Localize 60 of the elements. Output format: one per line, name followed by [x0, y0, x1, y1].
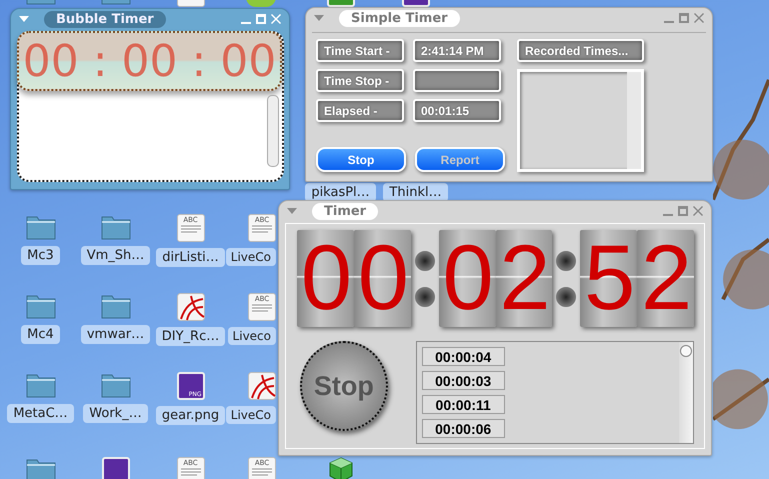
close-icon[interactable] — [271, 14, 281, 24]
flip-digit: 2 — [496, 230, 552, 327]
maximize-icon[interactable] — [678, 206, 688, 216]
file-label[interactable]: LiveCo — [226, 406, 276, 424]
lap-time[interactable]: 00:00:03 — [422, 371, 505, 390]
flip-digit: 0 — [438, 230, 496, 327]
colon-dot — [556, 250, 576, 270]
file-label[interactable]: dirListi… — [156, 248, 225, 267]
scrollbar[interactable] — [267, 95, 279, 167]
file-label[interactable]: Vm_Sh… — [80, 246, 150, 265]
time-display: 00 : 00 : 00 — [17, 31, 282, 91]
colon-dot — [556, 286, 576, 306]
dropdown-icon[interactable] — [287, 208, 297, 214]
colon-dot — [414, 250, 435, 270]
file-label[interactable]: LiveCo — [226, 248, 276, 266]
recorded-times-list[interactable] — [517, 69, 644, 172]
close-icon[interactable] — [694, 13, 704, 23]
file-label[interactable]: gear.png — [156, 406, 226, 425]
file-label[interactable]: vmwar… — [80, 325, 150, 344]
field-value: 00:01:15 — [413, 99, 501, 122]
lap-time[interactable]: 00:00:11 — [422, 395, 505, 414]
file-label[interactable]: Mc3 — [21, 246, 60, 265]
lap-time[interactable]: 00:00:06 — [422, 419, 505, 438]
folder-icon[interactable] — [26, 293, 56, 319]
file-label[interactable]: Mc4 — [21, 325, 60, 344]
file-label[interactable]: Work_… — [83, 404, 148, 423]
dropdown-icon[interactable] — [314, 15, 324, 21]
folder-icon[interactable] — [26, 214, 56, 240]
window-title: Timer — [312, 202, 378, 220]
scrollbar[interactable] — [679, 342, 693, 443]
recorded-times-label: Recorded Times... — [517, 39, 644, 62]
field-label: Time Stop - — [316, 69, 404, 92]
colon-dot — [414, 286, 435, 306]
image-file-icon[interactable] — [102, 457, 130, 479]
folder-icon[interactable] — [100, 214, 130, 240]
close-icon[interactable] — [693, 206, 703, 216]
pdf-file-icon[interactable] — [176, 293, 204, 321]
dropdown-icon[interactable] — [19, 16, 29, 22]
window-title: Simple Timer — [339, 10, 460, 26]
folder-icon[interactable] — [100, 293, 130, 319]
field-label: Elapsed - — [316, 99, 404, 122]
file-label[interactable]: DIY_Rc… — [156, 327, 226, 346]
maximize-icon[interactable] — [256, 14, 266, 24]
flip-digit: 0 — [354, 230, 411, 327]
flip-digit: 2 — [637, 230, 694, 327]
folder-icon[interactable] — [26, 457, 56, 479]
lap-time[interactable]: 00:00:04 — [422, 347, 505, 366]
flip-digit: 5 — [580, 230, 638, 327]
file-label[interactable]: Liveco — [228, 327, 276, 345]
file-label[interactable]: MetaC… — [7, 404, 74, 423]
folder-icon[interactable] — [100, 372, 130, 398]
cube-icon[interactable] — [328, 457, 352, 479]
window-title: Bubble Timer — [44, 10, 166, 28]
maximize-icon[interactable] — [679, 13, 689, 23]
action-button[interactable]: Stop — [316, 147, 406, 172]
flip-digit: 0 — [297, 230, 354, 327]
field-label: Time Start - — [316, 39, 404, 62]
pdf-file-icon[interactable] — [248, 372, 276, 400]
folder-icon[interactable] — [26, 372, 56, 398]
field-value: 2:41:14 PM — [413, 39, 501, 62]
